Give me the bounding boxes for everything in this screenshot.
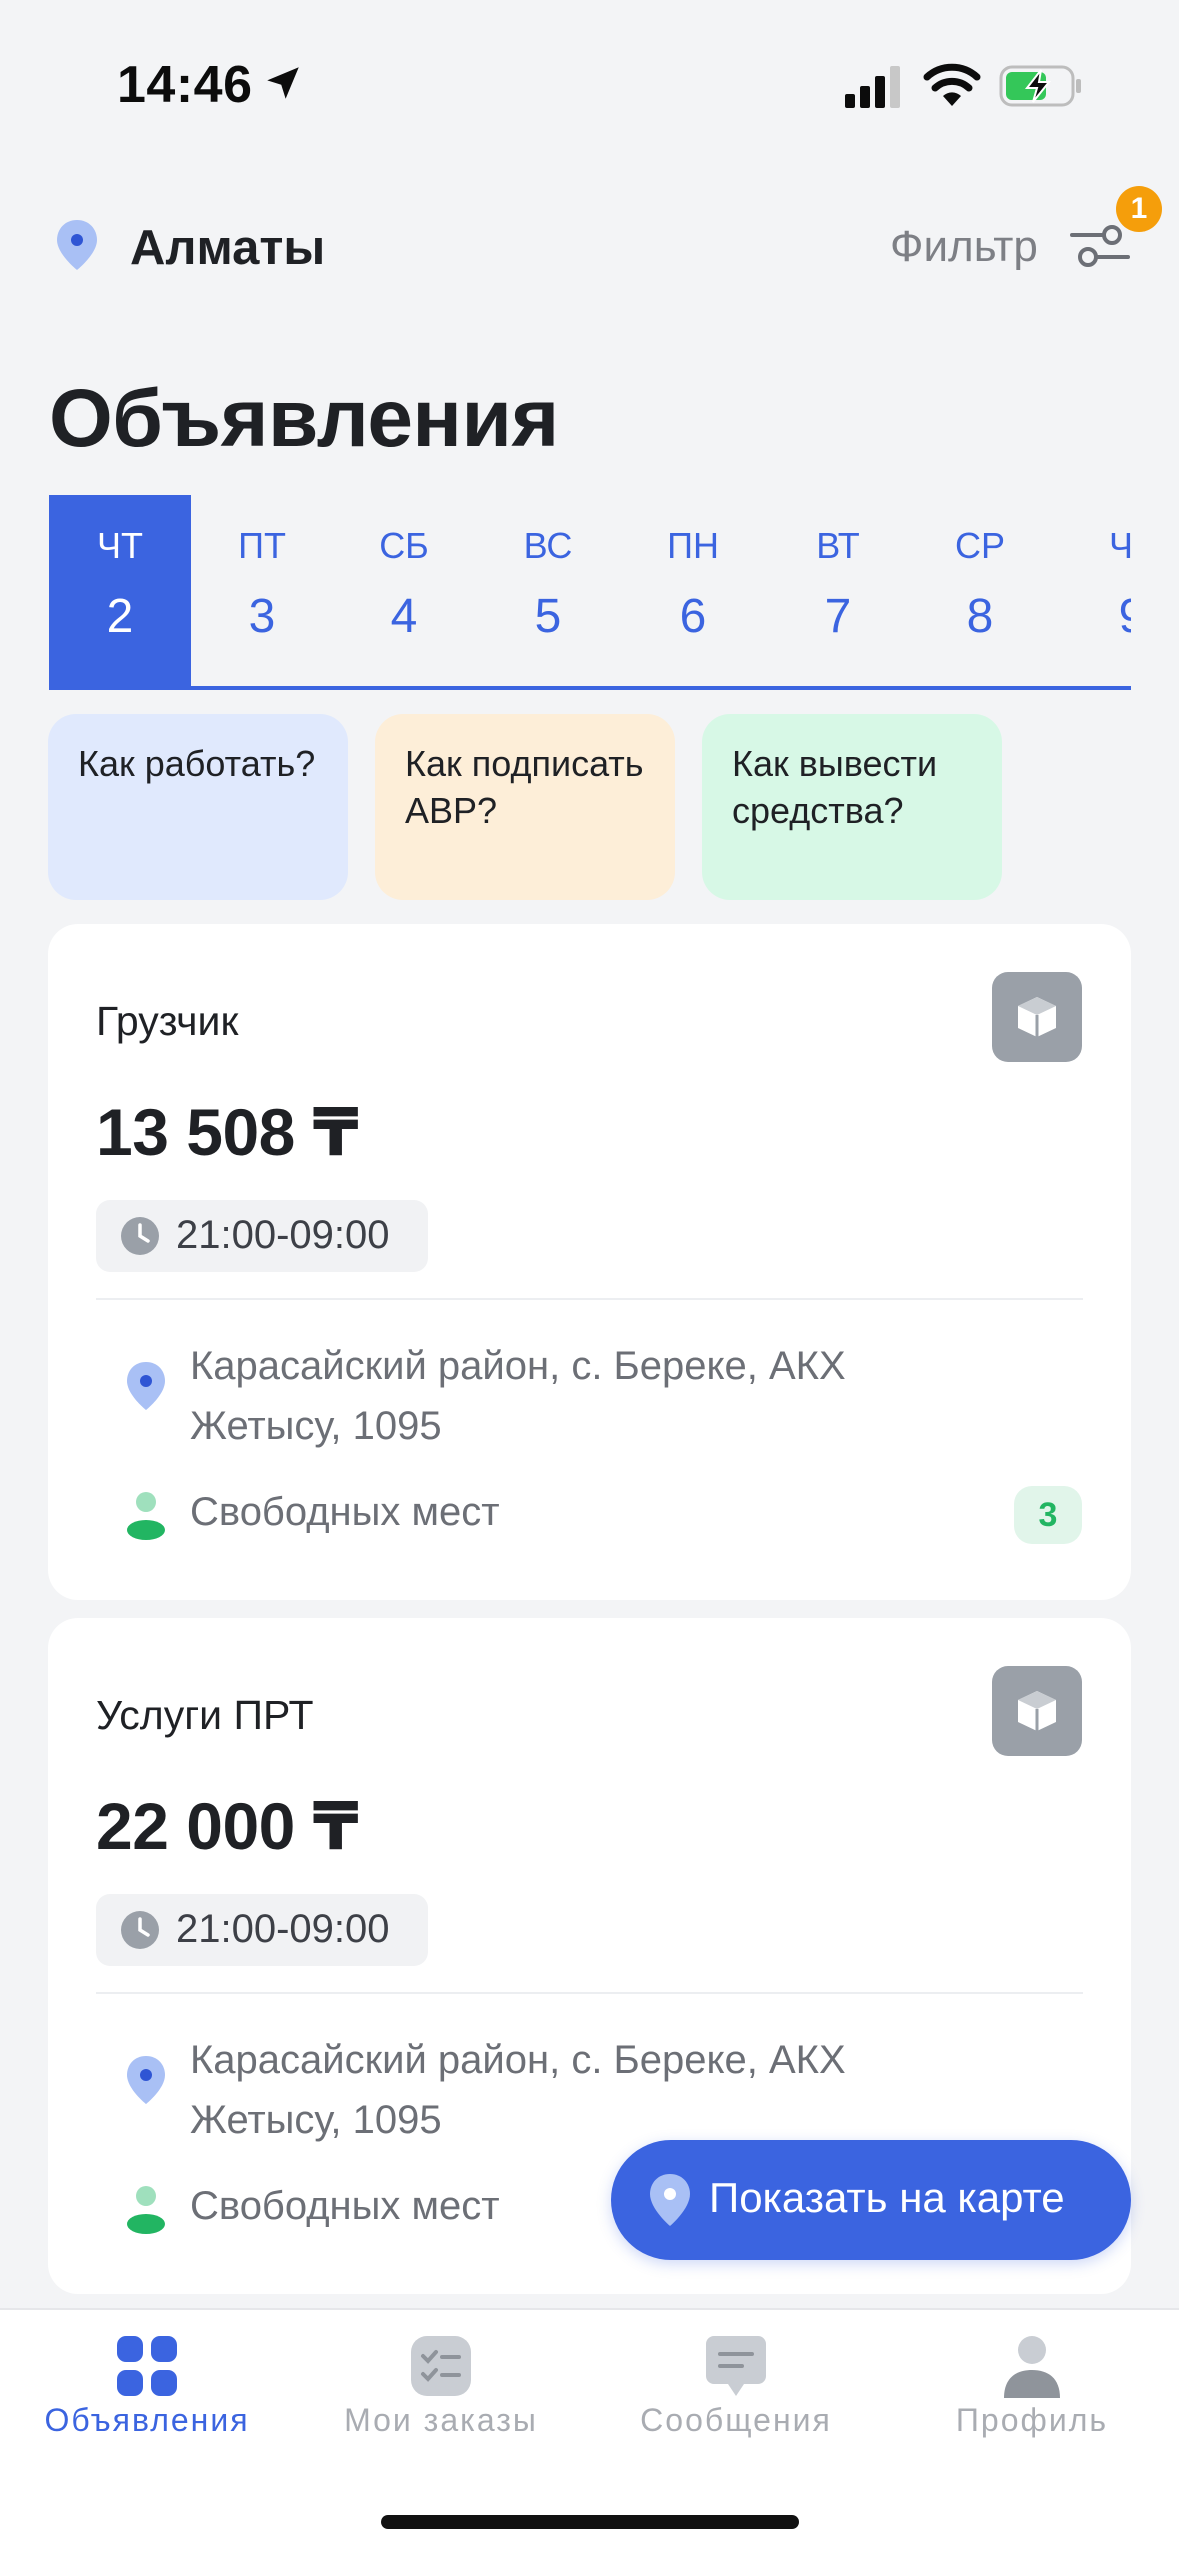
city-selector[interactable]: Алматы bbox=[130, 220, 325, 276]
date-item-tue-7[interactable]: ВТ 7 bbox=[767, 495, 909, 686]
date-item-mon-6[interactable]: ПН 6 bbox=[622, 495, 764, 686]
date-number: 5 bbox=[534, 590, 562, 643]
nav-label: Объявления bbox=[44, 2402, 250, 2438]
help-card-withdraw-funds[interactable]: Как вывести средства? bbox=[702, 714, 1002, 900]
page-title: Объявления bbox=[49, 373, 559, 464]
job-address: Карасайский район, с. Береке, АКХ Жетысу… bbox=[190, 1344, 846, 1448]
show-on-map-label: Показать на карте bbox=[709, 2174, 1065, 2221]
show-on-map-button[interactable]: Показать на карте bbox=[611, 2140, 1131, 2260]
date-number: 2 bbox=[106, 590, 134, 643]
date-day-of-week: ПН bbox=[667, 525, 719, 566]
job-price: 22 000 ₸ bbox=[96, 1789, 359, 1863]
nav-label: Мои заказы bbox=[344, 2402, 538, 2438]
filter-button-label[interactable]: Фильтр bbox=[890, 222, 1038, 272]
date-strip[interactable]: ЧТ 2 ПТ 3 СБ 4 ВС 5 ПН 6 ВТ 7 СР 8 ЧТ 9 bbox=[49, 495, 1131, 690]
person-icon bbox=[127, 1492, 165, 1540]
job-title: Грузчик bbox=[96, 998, 239, 1044]
divider bbox=[96, 1992, 1083, 1994]
status-time: 14:46 bbox=[117, 56, 253, 114]
job-time: 21:00-09:00 bbox=[176, 1907, 390, 1951]
job-address: Карасайский район, с. Береке, АКХ Жетысу… bbox=[190, 2038, 846, 2142]
help-card-how-to-work[interactable]: Как работать? bbox=[48, 714, 348, 900]
free-slots-label: Свободных мест bbox=[190, 1490, 500, 1534]
date-day-of-week: ВТ bbox=[816, 525, 860, 566]
job-price: 13 508 ₸ bbox=[96, 1095, 359, 1169]
date-number: 7 bbox=[824, 590, 852, 643]
date-number: 9 bbox=[1061, 589, 1131, 644]
clock-icon bbox=[121, 1911, 159, 1949]
help-card-sign-avr[interactable]: Как подписать АВР? bbox=[375, 714, 675, 900]
date-item-wed-8[interactable]: СР 8 bbox=[909, 495, 1051, 686]
nav-tab-profile[interactable]: Профиль bbox=[885, 2310, 1179, 2490]
divider bbox=[96, 1298, 1083, 1300]
date-day-of-week: ЧТ bbox=[97, 525, 143, 566]
nav-label: Профиль bbox=[955, 2402, 1109, 2438]
checklist-icon bbox=[411, 2336, 471, 2396]
date-item-fri-3[interactable]: ПТ 3 bbox=[191, 495, 333, 686]
home-indicator[interactable] bbox=[381, 2515, 799, 2529]
filter-count-badge: 1 bbox=[1116, 186, 1162, 232]
nav-tab-messages[interactable]: Сообщения bbox=[589, 2310, 883, 2490]
wifi-icon bbox=[923, 63, 981, 106]
free-slots-label: Свободных мест bbox=[190, 2184, 500, 2228]
date-item-thu-9[interactable]: ЧТ 9 bbox=[1061, 495, 1131, 686]
date-number: 6 bbox=[679, 590, 707, 643]
date-day-of-week: СБ bbox=[379, 525, 429, 566]
status-bar: 14:46 bbox=[0, 0, 1179, 150]
free-slots-count-badge: 3 bbox=[1014, 1486, 1082, 1544]
date-item-sun-5[interactable]: ВС 5 bbox=[477, 495, 619, 686]
job-time-chip: 21:00-09:00 bbox=[96, 1894, 428, 1966]
job-time: 21:00-09:00 bbox=[176, 1213, 390, 1257]
address-pin-icon bbox=[127, 1362, 165, 1410]
job-title: Услуги ПРТ bbox=[96, 1692, 314, 1738]
date-item-sat-4[interactable]: СБ 4 bbox=[333, 495, 475, 686]
grid-icon bbox=[117, 2336, 177, 2396]
filter-sliders-icon[interactable] bbox=[1070, 218, 1130, 274]
cellular-signal-icon bbox=[845, 66, 900, 108]
job-card[interactable]: Грузчик 13 508 ₸ 21:00-09:00 Карасайский… bbox=[48, 924, 1131, 1600]
date-day-of-week: ПТ bbox=[238, 525, 286, 566]
nav-tab-my-orders[interactable]: Мои заказы bbox=[294, 2310, 588, 2490]
job-time-chip: 21:00-09:00 bbox=[96, 1200, 428, 1272]
job-type-box-icon bbox=[992, 972, 1082, 1062]
job-type-box-icon bbox=[992, 1666, 1082, 1756]
clock-icon bbox=[121, 1217, 159, 1255]
nav-label: Сообщения bbox=[640, 2402, 832, 2438]
location-pin-icon[interactable] bbox=[54, 218, 100, 272]
person-icon bbox=[127, 2186, 165, 2234]
date-day-of-week: ЧТ bbox=[1109, 525, 1131, 566]
date-item-thu-2[interactable]: ЧТ 2 bbox=[49, 495, 191, 686]
date-number: 3 bbox=[248, 590, 276, 643]
date-number: 4 bbox=[390, 590, 418, 643]
address-pin-icon bbox=[127, 2056, 165, 2104]
battery-charging-icon bbox=[999, 65, 1081, 107]
date-number: 8 bbox=[966, 590, 994, 643]
profile-icon bbox=[1004, 2336, 1060, 2398]
chat-icon bbox=[706, 2336, 766, 2396]
location-arrow-icon bbox=[267, 67, 299, 99]
date-day-of-week: ВС bbox=[523, 525, 573, 566]
date-day-of-week: СР bbox=[954, 525, 1005, 566]
nav-tab-listings[interactable]: Объявления bbox=[0, 2310, 294, 2490]
map-pin-icon bbox=[650, 2174, 690, 2226]
